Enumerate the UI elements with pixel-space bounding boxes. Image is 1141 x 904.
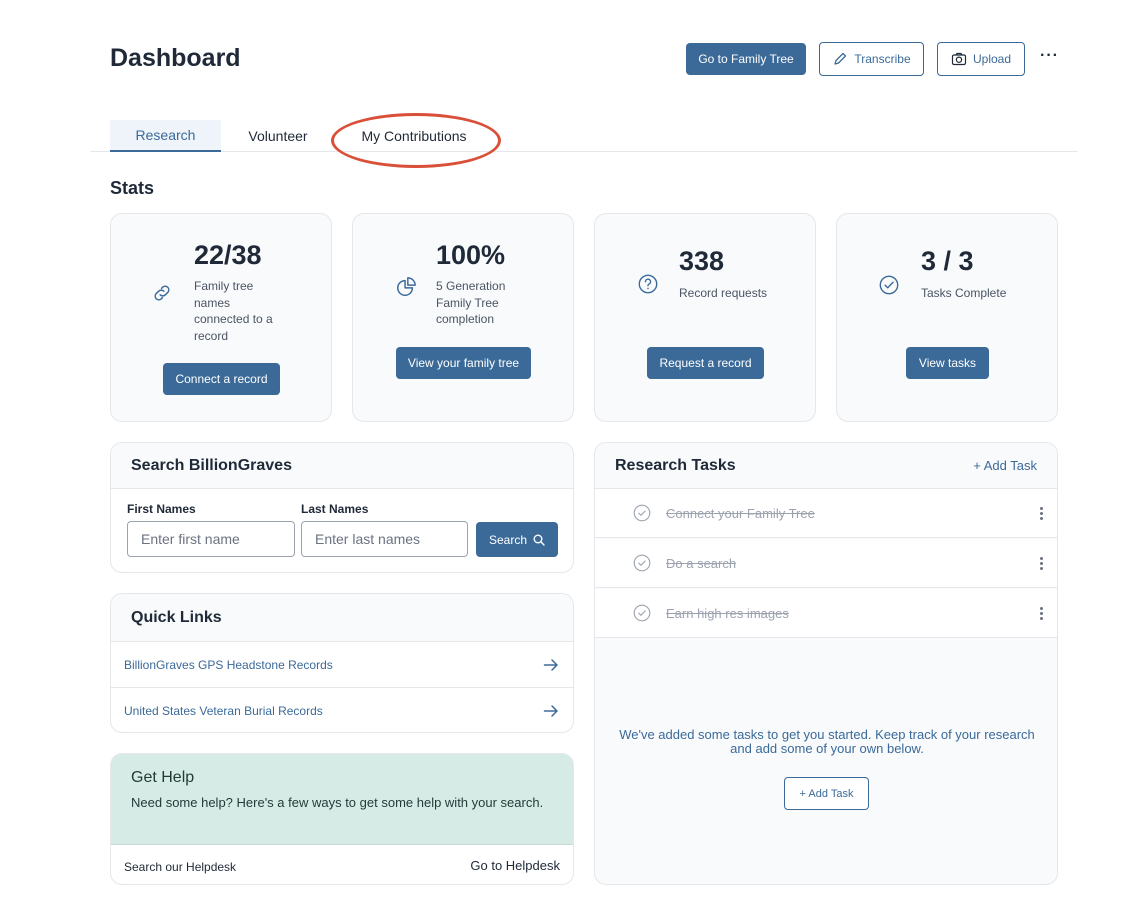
stat-card-requests: 338 Record requests Request a record [594, 213, 816, 422]
stat-desc-line: connected to a [194, 312, 273, 326]
add-task-button[interactable]: + Add Task [784, 777, 869, 810]
go-to-helpdesk-link[interactable]: Go to Helpdesk [470, 858, 560, 873]
task-label: Connect your Family Tree [666, 505, 815, 521]
transcribe-button[interactable]: Transcribe [819, 42, 924, 76]
stat-value: 3 / 3 [921, 246, 974, 276]
task-label: Do a search [666, 555, 737, 571]
quick-link-item[interactable]: United States Veteran Burial Records [111, 687, 573, 732]
stat-value: 338 [679, 246, 725, 276]
search-panel-title: Search BillionGraves [131, 457, 292, 474]
stat-desc-line: 5 Generation [436, 279, 506, 293]
arrow-right-icon [543, 658, 558, 671]
get-help-header: Get Help Need some help? Here's a few wa… [111, 754, 573, 844]
check-circle-icon[interactable] [633, 504, 651, 522]
get-help-panel: Get Help Need some help? Here's a few wa… [110, 753, 574, 885]
tab-bar: Research Volunteer My Contributions [90, 120, 1078, 152]
stat-desc-line: record [194, 328, 229, 343]
stat-description: Tasks Complete [921, 285, 1041, 302]
stat-card-completion: 100% 5 Generation Family Tree completion… [352, 213, 574, 422]
stat-description: Family tree names connected to a record [194, 278, 304, 344]
kebab-menu-icon[interactable] [1037, 506, 1045, 520]
question-icon [638, 274, 658, 294]
kebab-menu-icon[interactable] [1037, 556, 1045, 570]
transcribe-label: Transcribe [854, 52, 911, 66]
stat-card-connected: 22/38 Family tree names connected to a r… [110, 213, 332, 422]
go-to-family-tree-button[interactable]: Go to Family Tree [686, 43, 806, 75]
pencil-icon [834, 52, 847, 65]
stats-title: Stats [110, 178, 155, 198]
tab-my-contributions[interactable]: My Contributions [346, 120, 482, 151]
more-options-icon[interactable]: ··· [1040, 47, 1059, 65]
search-panel: Search BillionGraves First Names Last Na… [110, 442, 574, 573]
get-help-footer: Search our Helpdesk Go to Helpdesk [111, 844, 573, 884]
stat-desc-line: Family tree [194, 279, 254, 293]
research-tasks-title: Research Tasks [615, 457, 736, 474]
quick-link-item[interactable]: BillionGraves GPS Headstone Records [111, 641, 573, 687]
get-help-title: Get Help [131, 769, 195, 786]
stat-value: 100% [436, 240, 506, 270]
add-task-link[interactable]: + Add Task [973, 458, 1037, 473]
tab-volunteer[interactable]: Volunteer [235, 120, 321, 151]
tab-research[interactable]: Research [110, 120, 221, 152]
stat-desc-line: Tasks Complete [921, 286, 1007, 300]
quick-link-label: United States Veteran Burial Records [124, 703, 323, 718]
search-icon [533, 534, 545, 546]
quick-links-title: Quick Links [131, 609, 222, 626]
go-to-family-tree-label: Go to Family Tree [698, 52, 794, 66]
upload-label: Upload [972, 52, 1012, 66]
quick-links-header: Quick Links [111, 594, 573, 641]
search-button[interactable]: Search [476, 522, 558, 557]
get-help-text: Need some help? Here's a few ways to get… [131, 795, 544, 810]
view-tasks-button[interactable]: View tasks [906, 347, 989, 379]
task-row[interactable]: Earn high res images [595, 589, 1057, 638]
camera-icon [951, 52, 967, 66]
request-record-button[interactable]: Request a record [647, 347, 764, 379]
arrow-right-icon [543, 704, 558, 717]
stat-desc-line: Record requests [679, 286, 768, 300]
stat-desc-line: names [194, 295, 231, 310]
check-circle-icon[interactable] [633, 554, 651, 572]
search-button-label: Search [488, 532, 528, 547]
quick-link-label: BillionGraves GPS Headstone Records [124, 657, 333, 672]
stat-desc-line: completion [436, 312, 495, 326]
view-family-tree-button[interactable]: View your family tree [396, 347, 531, 379]
stat-description: Record requests [679, 285, 799, 302]
search-helpdesk-label: Search our Helpdesk [124, 860, 237, 874]
task-row[interactable]: Connect your Family Tree [595, 489, 1057, 538]
research-tasks-panel: Research Tasks + Add Task Connect your F… [594, 442, 1058, 885]
kebab-menu-icon[interactable] [1037, 606, 1045, 620]
quick-links-panel: Quick Links BillionGraves GPS Headstone … [110, 593, 574, 733]
task-label: Earn high res images [666, 605, 789, 621]
link-icon [154, 285, 170, 301]
connect-record-button[interactable]: Connect a record [163, 363, 280, 395]
research-tasks-header: Research Tasks + Add Task [595, 443, 1057, 489]
stat-card-tasks: 3 / 3 Tasks Complete View tasks [836, 213, 1058, 422]
check-circle-icon [879, 275, 899, 295]
research-tasks-empty-text: We've added some tasks to get you starte… [619, 727, 1035, 756]
pie-chart-icon [397, 277, 416, 296]
first-names-label: First Names [127, 502, 196, 516]
task-row[interactable]: Do a search [595, 539, 1057, 588]
page-title: Dashboard [110, 44, 241, 72]
stat-desc-line: Family Tree [436, 295, 499, 310]
first-name-input[interactable] [127, 521, 295, 557]
check-circle-icon[interactable] [633, 604, 651, 622]
last-names-label: Last Names [301, 502, 369, 516]
search-panel-header: Search BillionGraves [111, 443, 573, 489]
upload-button[interactable]: Upload [937, 42, 1025, 76]
last-name-input[interactable] [301, 521, 468, 557]
stat-description: 5 Generation Family Tree completion [436, 278, 546, 328]
stat-value: 22/38 [194, 240, 262, 270]
